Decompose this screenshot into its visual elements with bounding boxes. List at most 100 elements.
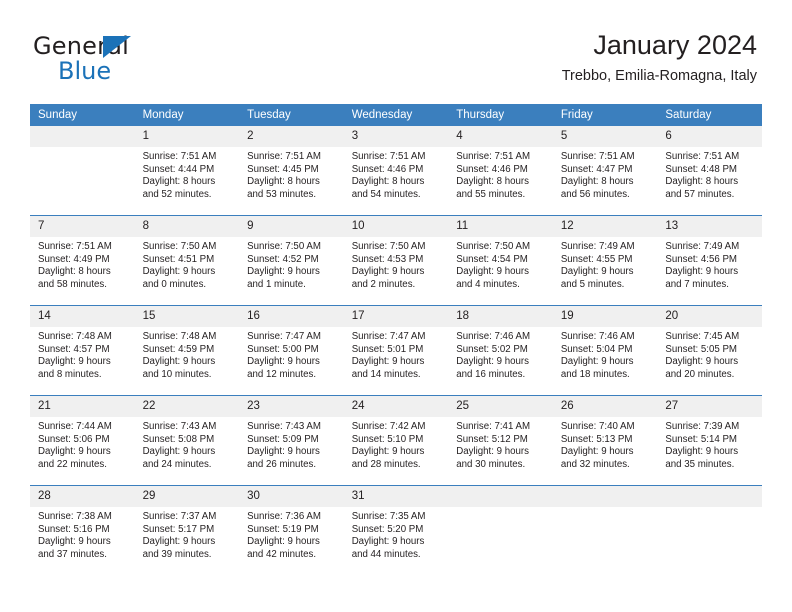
daylight-text-line2: and 20 minutes. <box>665 368 735 380</box>
calendar-day-cell[interactable]: 9 Sunrise: 7:50 AM Sunset: 4:52 PM Daylight… <box>239 215 344 306</box>
calendar-day-cell[interactable]: 29 Sunrise: 7:37 AM Sunset: 5:17 PM Dayligh… <box>134 485 240 575</box>
day-cell-content: 16 Sunrise: 7:47 AM Sunset: 5:00 PM Dayligh… <box>239 306 344 395</box>
calendar-day-cell[interactable]: 25 Sunrise: 7:41 AM Sunset: 5:12 PM Dayligh… <box>448 395 553 486</box>
sunset-text: Sunset: 5:13 PM <box>560 433 633 445</box>
calendar-day-cell[interactable]: 10 Sunrise: 7:50 AM Sunset: 4:53 PM Dayligh… <box>343 215 449 306</box>
calendar-day-cell[interactable]: 12 Sunrise: 7:49 AM Sunset: 4:55 PM Dayligh… <box>552 215 658 306</box>
daylight-text-line2: and 53 minutes. <box>247 188 317 200</box>
calendar-header-row: Sunday Monday Tuesday Wednesday Thursday… <box>30 104 762 126</box>
day-number: 11 <box>448 216 553 237</box>
calendar-empty-cell <box>448 485 553 575</box>
day-number: 3 <box>343 126 449 147</box>
calendar-day-cell[interactable]: 14 Sunrise: 7:48 AM Sunset: 4:57 PM Dayligh… <box>30 305 135 396</box>
day-sun-info: Sunrise: 7:50 AM Sunset: 4:52 PM Daylight:… <box>239 237 344 291</box>
sunrise-text: Sunrise: 7:39 AM <box>665 421 740 432</box>
day-number: 6 <box>657 126 762 147</box>
daylight-text-line1: Daylight: 9 hours <box>456 266 529 278</box>
day-cell-content: 17 Sunrise: 7:47 AM Sunset: 5:01 PM Dayligh… <box>343 306 449 395</box>
calendar-day-cell[interactable]: 6 Sunrise: 7:51 AM Sunset: 4:48 PM Daylight… <box>657 126 762 216</box>
sunset-text: Sunset: 5:10 PM <box>351 433 424 445</box>
calendar-day-cell[interactable]: 24 Sunrise: 7:42 AM Sunset: 5:10 PM Dayligh… <box>343 395 449 486</box>
page-subtitle: Trebbo, Emilia-Romagna, Italy <box>561 68 757 84</box>
sunset-text: Sunset: 5:19 PM <box>247 523 319 535</box>
calendar-day-cell[interactable]: 13 Sunrise: 7:49 AM Sunset: 4:56 PM Dayligh… <box>657 215 762 306</box>
day-number: 19 <box>552 306 658 327</box>
daylight-text-line1: Daylight: 9 hours <box>560 446 634 458</box>
calendar-day-cell[interactable]: 28 Sunrise: 7:38 AM Sunset: 5:16 PM Dayligh… <box>30 485 135 575</box>
daylight-text-line1: Daylight: 8 hours <box>142 176 216 188</box>
day-cell-content: 14 Sunrise: 7:48 AM Sunset: 4:57 PM Dayligh… <box>30 306 135 395</box>
calendar-week-row: 21 Sunrise: 7:44 AM Sunset: 5:06 PM Dayligh… <box>30 395 762 486</box>
daylight-text-line2: and 12 minutes. <box>247 368 317 380</box>
day-cell-content: 6 Sunrise: 7:51 AM Sunset: 4:48 PM Daylight… <box>657 126 762 215</box>
day-sun-info: Sunrise: 7:49 AM Sunset: 4:55 PM Daylight:… <box>553 237 658 291</box>
day-cell-content: 2 Sunrise: 7:51 AM Sunset: 4:45 PM Daylight… <box>239 126 344 215</box>
calendar-day-cell[interactable]: 1 Sunrise: 7:51 AM Sunset: 4:44 PM Daylight… <box>134 126 240 216</box>
sunset-text: Sunset: 5:01 PM <box>351 343 424 355</box>
day-cell-content: 3 Sunrise: 7:51 AM Sunset: 4:46 PM Daylight… <box>343 126 449 215</box>
day-number: 25 <box>448 396 553 417</box>
day-sun-info: Sunrise: 7:46 AM Sunset: 5:04 PM Daylight:… <box>553 327 658 381</box>
daylight-text-line1: Daylight: 9 hours <box>560 266 634 278</box>
calendar-day-cell[interactable]: 17 Sunrise: 7:47 AM Sunset: 5:01 PM Dayligh… <box>343 305 449 396</box>
sunset-text: Sunset: 4:45 PM <box>247 163 319 175</box>
calendar-day-cell[interactable]: 30 Sunrise: 7:36 AM Sunset: 5:19 PM Dayligh… <box>239 485 344 575</box>
sunrise-text: Sunrise: 7:50 AM <box>247 241 321 252</box>
sunrise-text: Sunrise: 7:49 AM <box>560 241 635 252</box>
daylight-text-line1: Daylight: 9 hours <box>247 536 320 548</box>
calendar-day-cell[interactable]: 3 Sunrise: 7:51 AM Sunset: 4:46 PM Daylight… <box>343 126 449 216</box>
calendar-day-cell[interactable]: 15 Sunrise: 7:48 AM Sunset: 4:59 PM Dayligh… <box>134 305 240 396</box>
calendar-week-row: 28 Sunrise: 7:38 AM Sunset: 5:16 PM Dayligh… <box>30 485 762 575</box>
calendar-day-cell[interactable]: 7 Sunrise: 7:51 AM Sunset: 4:49 PM Daylight… <box>30 215 135 306</box>
calendar-day-cell[interactable]: 8 Sunrise: 7:50 AM Sunset: 4:51 PM Daylight… <box>134 215 240 306</box>
day-sun-info: Sunrise: 7:37 AM Sunset: 5:17 PM Daylight:… <box>135 507 240 561</box>
daylight-text-line2: and 14 minutes. <box>351 368 421 380</box>
calendar-day-cell[interactable]: 23 Sunrise: 7:43 AM Sunset: 5:09 PM Dayligh… <box>239 395 344 486</box>
daylight-text-line1: Daylight: 9 hours <box>351 266 425 278</box>
sunrise-text: Sunrise: 7:51 AM <box>456 151 531 162</box>
day-sun-info: Sunrise: 7:47 AM Sunset: 5:00 PM Daylight:… <box>239 327 344 381</box>
calendar-day-cell[interactable]: 20 Sunrise: 7:45 AM Sunset: 5:05 PM Dayligh… <box>657 305 762 396</box>
day-cell-content: 27 Sunrise: 7:39 AM Sunset: 5:14 PM Dayligh… <box>657 396 762 485</box>
calendar-day-cell[interactable]: 21 Sunrise: 7:44 AM Sunset: 5:06 PM Dayligh… <box>30 395 135 486</box>
generalblue-logo[interactable]: General Blue <box>33 32 253 85</box>
calendar-day-cell[interactable]: 26 Sunrise: 7:40 AM Sunset: 5:13 PM Dayligh… <box>552 395 658 486</box>
day-number: 14 <box>30 306 135 327</box>
calendar-day-cell[interactable]: 22 Sunrise: 7:43 AM Sunset: 5:08 PM Dayligh… <box>134 395 240 486</box>
day-number: 10 <box>343 216 449 237</box>
day-sun-info: Sunrise: 7:51 AM Sunset: 4:49 PM Daylight:… <box>30 237 135 291</box>
day-number: 17 <box>343 306 449 327</box>
calendar-day-cell[interactable]: 16 Sunrise: 7:47 AM Sunset: 5:00 PM Dayligh… <box>239 305 344 396</box>
day-sun-info: Sunrise: 7:40 AM Sunset: 5:13 PM Daylight:… <box>553 417 658 471</box>
daylight-text-line2: and 32 minutes. <box>560 458 630 470</box>
sunrise-text: Sunrise: 7:46 AM <box>456 331 531 342</box>
sunset-text: Sunset: 4:59 PM <box>142 343 215 355</box>
calendar-day-cell[interactable]: 5 Sunrise: 7:51 AM Sunset: 4:47 PM Daylight… <box>552 126 658 216</box>
sunset-text: Sunset: 4:52 PM <box>247 253 319 265</box>
day-sun-info: Sunrise: 7:50 AM Sunset: 4:53 PM Daylight:… <box>344 237 449 291</box>
day-number: 12 <box>552 216 658 237</box>
day-sun-info: Sunrise: 7:43 AM Sunset: 5:09 PM Daylight:… <box>239 417 344 471</box>
daylight-text-line1: Daylight: 8 hours <box>38 266 111 278</box>
day-number: 31 <box>343 486 449 507</box>
sunset-text: Sunset: 5:04 PM <box>560 343 633 355</box>
calendar-day-cell[interactable]: 2 Sunrise: 7:51 AM Sunset: 4:45 PM Daylight… <box>239 126 344 216</box>
daylight-text-line1: Daylight: 9 hours <box>665 356 739 368</box>
sunrise-text: Sunrise: 7:35 AM <box>351 511 426 522</box>
weekday-header-saturday: Saturday <box>657 104 762 126</box>
calendar-week-row: 1 Sunrise: 7:51 AM Sunset: 4:44 PM Daylight… <box>30 126 762 216</box>
daylight-text-line1: Daylight: 8 hours <box>456 176 529 188</box>
calendar-day-cell[interactable]: 18 Sunrise: 7:46 AM Sunset: 5:02 PM Dayligh… <box>448 305 553 396</box>
day-cell-content: 4 Sunrise: 7:51 AM Sunset: 4:46 PM Daylight… <box>448 126 553 215</box>
sunrise-text: Sunrise: 7:47 AM <box>247 331 321 342</box>
sunset-text: Sunset: 4:44 PM <box>142 163 215 175</box>
calendar-day-cell[interactable]: 19 Sunrise: 7:46 AM Sunset: 5:04 PM Dayligh… <box>552 305 658 396</box>
calendar-day-cell[interactable]: 27 Sunrise: 7:39 AM Sunset: 5:14 PM Dayligh… <box>657 395 762 486</box>
day-cell-content: 24 Sunrise: 7:42 AM Sunset: 5:10 PM Dayligh… <box>343 396 449 485</box>
calendar-day-cell[interactable]: 4 Sunrise: 7:51 AM Sunset: 4:46 PM Daylight… <box>448 126 553 216</box>
calendar-day-cell[interactable]: 31 Sunrise: 7:35 AM Sunset: 5:20 PM Dayligh… <box>343 485 449 575</box>
day-number <box>552 486 658 507</box>
day-cell-content: 15 Sunrise: 7:48 AM Sunset: 4:59 PM Dayligh… <box>134 306 240 395</box>
calendar-day-cell[interactable]: 11 Sunrise: 7:50 AM Sunset: 4:54 PM Dayligh… <box>448 215 553 306</box>
calendar-body: 1 Sunrise: 7:51 AM Sunset: 4:44 PM Daylight… <box>30 126 762 575</box>
